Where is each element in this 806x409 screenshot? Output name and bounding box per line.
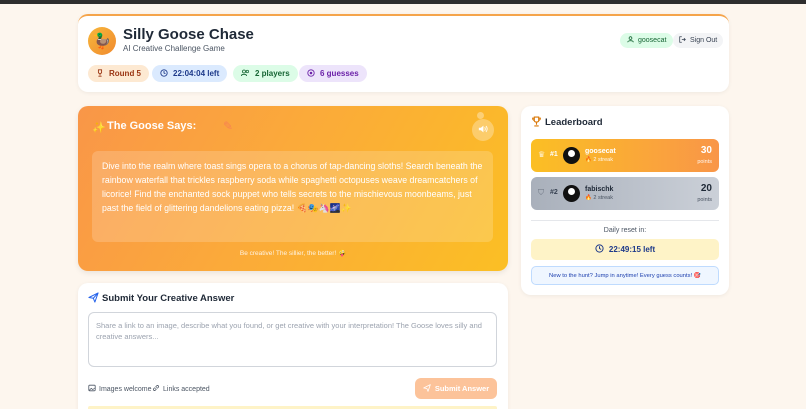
link-icon (152, 384, 160, 394)
divider (531, 220, 719, 221)
goose-title: The Goose Says: (107, 120, 197, 132)
leaderboard-panel: Leaderboard ♛ #1 goosecat 🔥 2 streak 30 … (521, 106, 729, 295)
leaderboard-title: Leaderboard (545, 117, 603, 128)
speaker-glow (477, 112, 484, 119)
points-label: points (697, 159, 712, 165)
image-icon (88, 384, 96, 394)
read-aloud-button[interactable] (472, 119, 494, 141)
reset-time: 22:49:15 left (608, 245, 656, 254)
player-name: fabischk (585, 186, 614, 193)
clock-icon (160, 68, 168, 79)
streak-label: 🔥 2 streak (585, 195, 613, 201)
medal-icon: ⛉ (538, 188, 544, 197)
sign-out-button[interactable]: Sign Out (673, 33, 724, 48)
app-title: Silly Goose Chase (123, 26, 254, 43)
streak-value: 2 streak (593, 195, 613, 201)
players-label: 2 players (255, 69, 290, 78)
points-value: 30 (700, 145, 712, 156)
new-player-info: New to the hunt? Jump in anytime! Every … (531, 266, 719, 285)
submit-answer-button[interactable]: Submit Answer (415, 378, 497, 399)
players-badge: 2 players (233, 65, 298, 82)
submit-title: Submit Your Creative Answer (102, 293, 235, 304)
submit-answer-card: Submit Your Creative Answer Images welco… (78, 283, 508, 409)
submit-answer-label: Submit Answer (434, 384, 490, 393)
username: goosecat (638, 37, 667, 44)
trophy-icon (96, 68, 104, 79)
rank-label: #2 (550, 189, 558, 196)
time-left-label: 22:04:04 left (173, 69, 220, 78)
daily-reset-timer: 22:49:15 left (531, 239, 719, 260)
player-name: goosecat (585, 148, 616, 155)
links-accepted-note: Links accepted (152, 384, 210, 394)
trophy-icon (531, 116, 542, 130)
user-chip: goosecat (620, 33, 674, 48)
time-left-badge: 22:04:04 left (152, 65, 228, 82)
goose-logo-icon: 🦆 (88, 27, 116, 55)
points-label: points (697, 197, 712, 203)
avatar (563, 147, 580, 164)
streak-label: 🔥 2 streak (585, 157, 613, 163)
avatar (563, 185, 580, 202)
links-accepted-label: Links accepted (163, 385, 210, 393)
streak-value: 2 streak (593, 157, 613, 163)
goose-prompt-card: ✨ The Goose Says: ✎ Dive into the realm … (78, 106, 508, 271)
users-icon (240, 69, 250, 79)
guesses-badge: 6 guesses (299, 65, 367, 82)
sign-out-label: Sign Out (690, 37, 718, 44)
goose-prompt-text: Dive into the realm where toast sings op… (92, 151, 493, 242)
rank-label: #1 (550, 151, 558, 158)
guesses-label: 6 guesses (320, 69, 359, 78)
app-subtitle: AI Creative Challenge Game (123, 44, 225, 53)
images-welcome-label: Images welcome (99, 385, 152, 393)
user-icon (627, 36, 634, 45)
images-welcome-note: Images welcome (88, 384, 152, 394)
round-label: Round 5 (109, 69, 141, 78)
leaderboard-row[interactable]: ♛ #1 goosecat 🔥 2 streak 30 points (531, 139, 719, 172)
sign-out-icon (679, 36, 686, 45)
points-value: 20 (700, 183, 712, 194)
edit-doodle-icon: ✎ (223, 119, 234, 133)
crown-icon: ♛ (538, 150, 546, 159)
target-icon (307, 68, 315, 79)
daily-reset-label: Daily reset in: (603, 227, 647, 234)
app-header: 🦆 Silly Goose Chase AI Creative Challeng… (78, 14, 729, 92)
round-badge: Round 5 (88, 65, 149, 82)
goose-footer-text: Be creative! The sillier, the better! 🤪 (239, 250, 347, 257)
sparkles-icon: ✨ (92, 122, 106, 134)
clock-icon (595, 244, 604, 255)
browser-top-bar (0, 0, 806, 4)
leaderboard-row[interactable]: ⛉ #2 fabischk 🔥 2 streak 20 points (531, 177, 719, 210)
send-icon (88, 292, 99, 306)
send-icon (423, 383, 431, 394)
answer-input[interactable] (88, 312, 497, 367)
speaker-icon (478, 124, 488, 136)
